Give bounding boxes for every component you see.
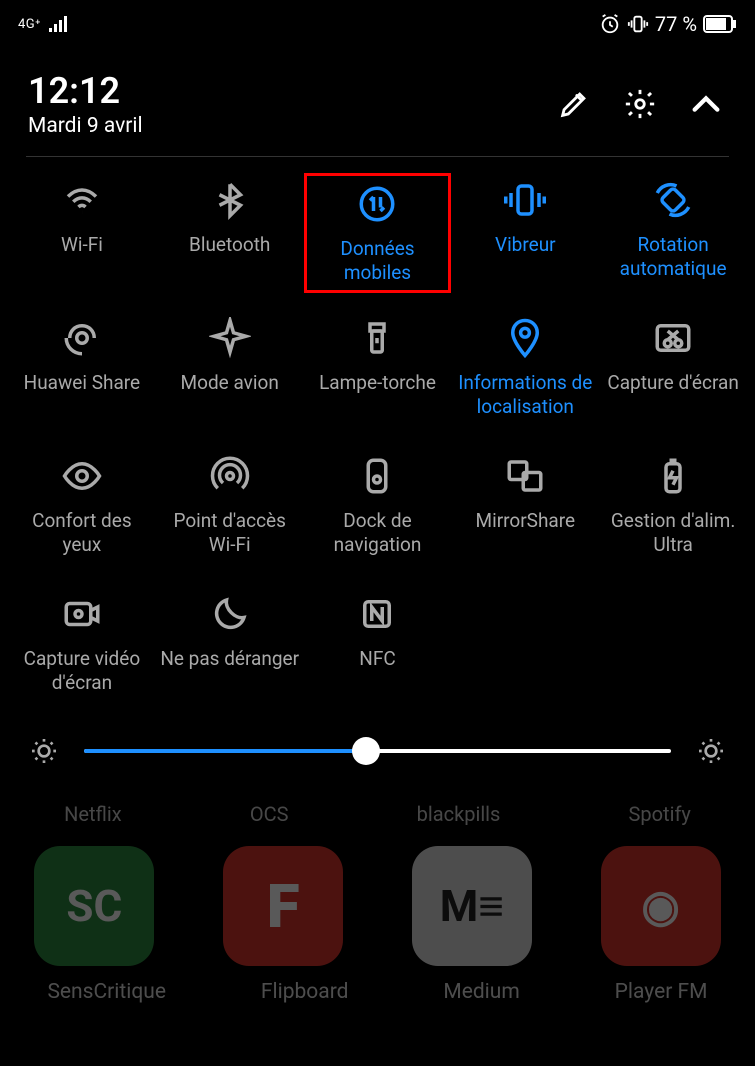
tile-wifi[interactable]: Wi-Fi xyxy=(8,173,156,293)
battery-icon xyxy=(703,15,737,33)
datetime-block: 12:12 Mardi 9 avril xyxy=(28,70,557,138)
bg-app-labels-row2: SensCritique Flipboard Medium Player FM xyxy=(0,966,755,1004)
bg-app-label: Player FM xyxy=(615,980,708,1004)
tile-location[interactable]: Informations de localisation xyxy=(451,311,599,431)
tile-label: Données mobiles xyxy=(307,237,447,285)
tile-autorotate[interactable]: Rotation automatique xyxy=(599,173,747,293)
time-label: 12:12 xyxy=(28,70,557,112)
tile-huawei-share[interactable]: Huawei Share xyxy=(8,311,156,431)
record-icon xyxy=(61,593,103,635)
share-icon xyxy=(61,317,103,359)
edit-icon[interactable] xyxy=(557,87,591,121)
tile-label: Bluetooth xyxy=(189,233,270,257)
moon-icon xyxy=(209,593,251,635)
mirror-icon xyxy=(504,455,546,497)
nfc-icon xyxy=(356,593,398,635)
home-screen-dimmed: Netflix OCS blackpills Spotify SC F M≡ ◉ Se… xyxy=(0,798,755,1066)
tile-power-mgmt[interactable]: Gestion d'alim. Ultra xyxy=(599,449,747,569)
app-icon-flipboard: F xyxy=(223,846,343,966)
scissors-icon xyxy=(652,317,694,359)
bg-app-label: blackpills xyxy=(417,802,501,826)
app-icon-medium: M≡ xyxy=(412,846,532,966)
tile-flashlight[interactable]: Lampe-torche xyxy=(304,311,452,431)
battery-icon xyxy=(652,455,694,497)
tile-mobile-data[interactable]: Données mobiles xyxy=(304,173,452,293)
bg-app-label: Medium xyxy=(443,980,519,1004)
tile-hotspot[interactable]: Point d'accès Wi-Fi xyxy=(156,449,304,569)
signal-icon xyxy=(47,14,73,34)
tile-label: Vibreur xyxy=(495,233,556,257)
tile-label: NFC xyxy=(359,647,395,671)
tile-bluetooth[interactable]: Bluetooth xyxy=(156,173,304,293)
panel-header: 12:12 Mardi 9 avril xyxy=(0,44,755,156)
status-bar: 4G⁺ 77 % xyxy=(0,0,755,44)
tile-screen-record[interactable]: Capture vidéo d'écran xyxy=(8,587,156,707)
dock-icon xyxy=(356,455,398,497)
battery-percent-label: 77 % xyxy=(655,12,697,36)
rotate-icon xyxy=(652,179,694,221)
tile-label: Wi-Fi xyxy=(61,233,103,257)
tile-nfc[interactable]: NFC xyxy=(304,587,452,707)
tile-label: Huawei Share xyxy=(24,371,140,395)
tile-vibrate[interactable]: Vibreur xyxy=(451,173,599,293)
tile-label: Rotation automatique xyxy=(603,233,743,281)
bg-app-labels-row1: Netflix OCS blackpills Spotify xyxy=(0,798,755,846)
tile-screenshot[interactable]: Capture d'écran xyxy=(599,311,747,431)
date-label: Mardi 9 avril xyxy=(28,114,557,138)
tile-dnd[interactable]: Ne pas déranger xyxy=(156,587,304,707)
bg-app-label: Flipboard xyxy=(261,980,349,1004)
hotspot-icon xyxy=(209,455,251,497)
airplane-icon xyxy=(209,317,251,359)
tile-label: Gestion d'alim. Ultra xyxy=(603,509,743,557)
brightness-auto-icon[interactable] xyxy=(695,735,727,767)
tile-mirrorshare[interactable]: MirrorShare xyxy=(451,449,599,569)
brightness-slider-thumb[interactable] xyxy=(352,737,380,765)
torch-icon xyxy=(356,317,398,359)
tile-label: Ne pas déranger xyxy=(160,647,299,671)
tile-eye-comfort[interactable]: Confort des yeux xyxy=(8,449,156,569)
status-left: 4G⁺ xyxy=(18,14,73,34)
bg-app-label: Spotify xyxy=(629,802,691,826)
eye-icon xyxy=(61,455,103,497)
brightness-slider[interactable] xyxy=(84,749,671,753)
bg-app-label: SensCritique xyxy=(47,980,166,1004)
location-icon xyxy=(504,317,546,359)
vibrate-status-icon xyxy=(627,13,649,35)
app-icon-playerfm: ◉ xyxy=(601,846,721,966)
bg-app-label: OCS xyxy=(250,802,289,826)
tile-label: Point d'accès Wi-Fi xyxy=(160,509,300,557)
bluetooth-icon xyxy=(209,179,251,221)
data-icon xyxy=(356,183,398,225)
tile-airplane[interactable]: Mode avion xyxy=(156,311,304,431)
tile-label: Lampe-torche xyxy=(319,371,436,395)
header-divider xyxy=(26,156,729,157)
quick-settings-grid: Wi-Fi Bluetooth Données mobiles Vibreur Rota… xyxy=(0,163,755,707)
settings-icon[interactable] xyxy=(623,87,657,121)
wifi-icon xyxy=(61,179,103,221)
tile-label: Confort des yeux xyxy=(12,509,152,557)
brightness-slider-fill xyxy=(84,749,366,753)
network-type-label: 4G⁺ xyxy=(18,17,41,32)
vibrate-icon xyxy=(504,179,546,221)
status-right: 77 % xyxy=(599,12,737,36)
tile-label: Capture vidéo d'écran xyxy=(12,647,152,695)
app-icon-senscritique: SC xyxy=(34,846,154,966)
tile-label: Capture d'écran xyxy=(607,371,739,395)
tile-label: Informations de localisation xyxy=(455,371,595,419)
tile-label: Dock de navigation xyxy=(307,509,447,557)
brightness-row xyxy=(0,713,755,791)
tile-label: Mode avion xyxy=(181,371,279,395)
collapse-icon[interactable] xyxy=(689,87,723,121)
tile-nav-dock[interactable]: Dock de navigation xyxy=(304,449,452,569)
brightness-low-icon xyxy=(28,735,60,767)
tile-label: MirrorShare xyxy=(475,509,575,533)
bg-app-label: Netflix xyxy=(64,802,122,826)
bg-app-icons-row: SC F M≡ ◉ xyxy=(0,846,755,966)
alarm-icon xyxy=(599,13,621,35)
